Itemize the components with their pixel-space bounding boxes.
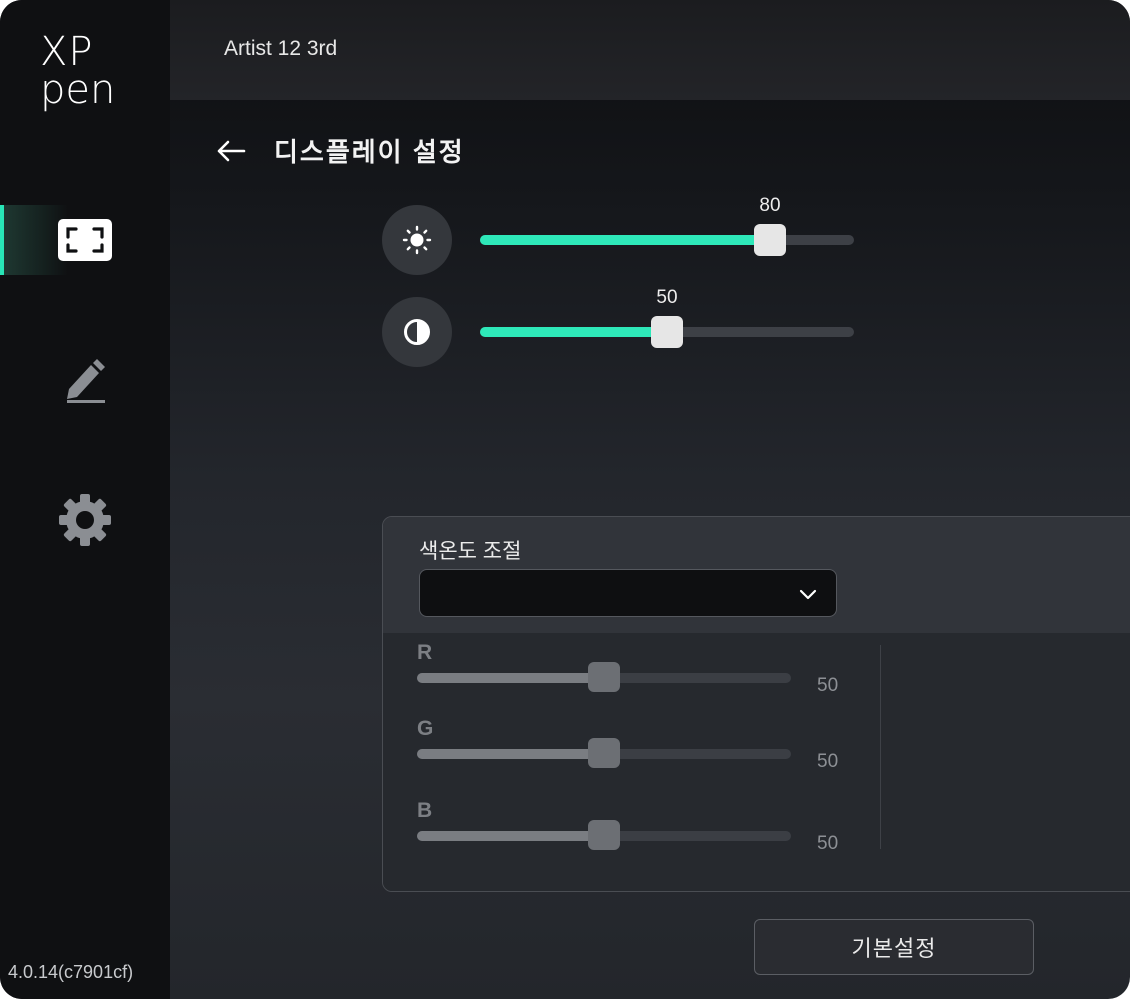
device-name: Artist 12 3rd — [224, 37, 338, 60]
red-slider[interactable] — [417, 662, 791, 692]
contrast-value: 50 — [656, 287, 678, 308]
green-slider[interactable] — [417, 738, 791, 768]
header: Artist 12 3rd — [170, 0, 1130, 100]
brightness-sun-icon — [402, 225, 432, 255]
green-value: 50 — [817, 751, 839, 772]
logo-pen-text: pen — [40, 67, 116, 113]
blue-slider-thumb[interactable] — [588, 820, 620, 850]
red-slider-thumb[interactable] — [588, 662, 620, 692]
contrast-slider-row: 50 — [382, 287, 862, 367]
pen-icon — [67, 359, 105, 403]
app-window: XP pen 4.0.14(c7901cf) Artist 12 3rd 디스플… — [0, 0, 1130, 999]
contrast-slider-thumb[interactable] — [651, 316, 683, 348]
page-title: 디스플레이 설정 — [274, 137, 465, 167]
brightness-value: 80 — [759, 195, 781, 216]
blue-value: 50 — [817, 833, 839, 854]
green-label: G — [417, 717, 434, 740]
blue-slider-fill — [417, 831, 604, 841]
contrast-slider[interactable]: 50 — [480, 287, 854, 348]
sidebar-item-pen[interactable] — [0, 343, 170, 413]
title-row: 디스플레이 설정 — [214, 132, 465, 169]
reset-default-button[interactable]: 기본설정 — [754, 919, 1034, 975]
red-value: 50 — [817, 675, 839, 696]
brightness-slider-thumb[interactable] — [754, 224, 786, 256]
red-label: R — [417, 641, 433, 664]
contrast-icon — [404, 319, 430, 345]
red-slider-row: R 50 — [417, 641, 857, 701]
blue-slider-row: B 50 — [417, 799, 857, 859]
xppen-logo: XP pen — [40, 29, 122, 113]
brightness-slider-fill — [480, 235, 770, 245]
blue-slider[interactable] — [417, 820, 791, 850]
green-slider-thumb[interactable] — [588, 738, 620, 768]
brightness-slider-row: 80 — [382, 195, 862, 275]
contrast-icon-button — [382, 297, 452, 367]
red-slider-fill — [417, 673, 604, 683]
brightness-slider[interactable]: 80 — [480, 195, 854, 256]
contrast-slider-fill — [480, 327, 667, 337]
chevron-down-icon — [799, 589, 817, 600]
brightness-icon-button — [382, 205, 452, 275]
logo-xp-text: XP — [40, 29, 94, 75]
display-frame-icon — [58, 219, 112, 261]
green-slider-row: G 50 — [417, 717, 857, 777]
sidebar: XP pen 4.0.14(c7901cf) — [0, 0, 170, 999]
rgb-divider — [880, 645, 881, 849]
version-text: 4.0.14(c7901cf) — [8, 962, 134, 982]
green-slider-fill — [417, 749, 604, 759]
color-temperature-dropdown[interactable] — [419, 569, 837, 617]
gear-icon — [59, 494, 111, 546]
sidebar-item-display[interactable] — [0, 205, 170, 275]
back-arrow-icon[interactable] — [214, 134, 248, 168]
sidebar-item-settings[interactable] — [0, 485, 170, 555]
color-temperature-label: 색온도 조절 — [419, 540, 522, 563]
color-temperature-panel: 색온도 조절 R 50 G 50 B 50 — [382, 516, 1130, 892]
blue-label: B — [417, 799, 433, 822]
